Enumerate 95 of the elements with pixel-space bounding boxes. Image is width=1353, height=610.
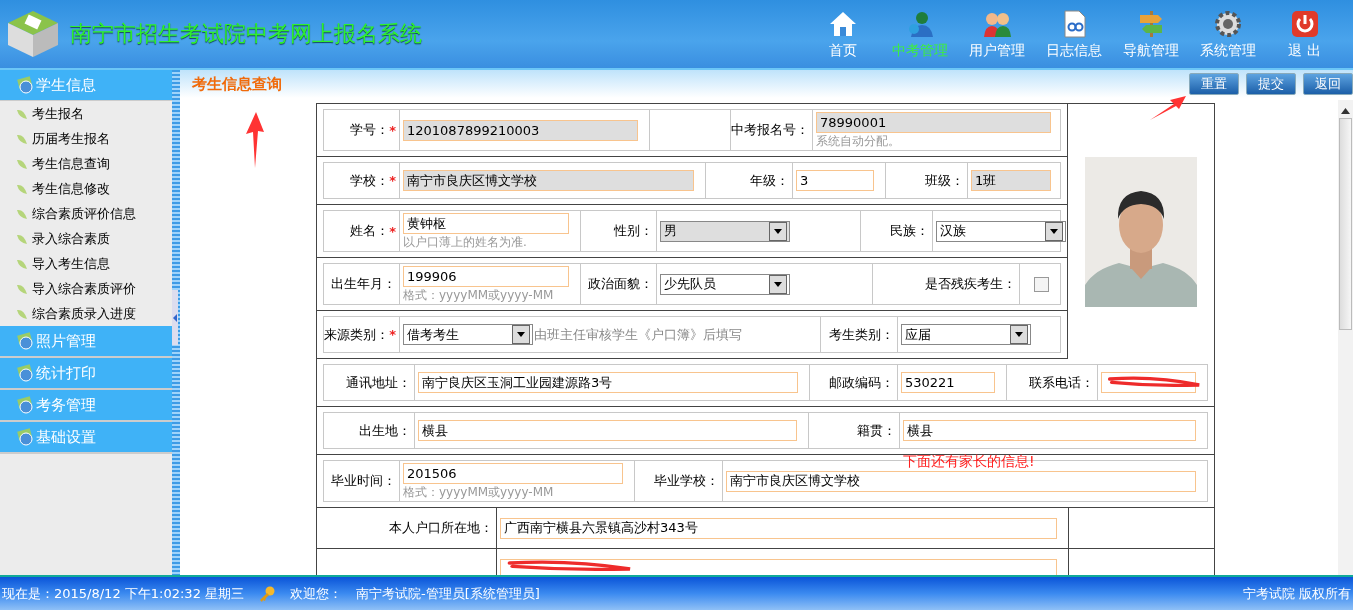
field-label: 年级： (750, 171, 789, 190)
input-field[interactable]: 南宁市良庆区博文学校 (403, 170, 694, 191)
disc-icon (16, 364, 34, 382)
input-field[interactable]: 广西南宁横县六景镇高沙村343号 (500, 517, 1057, 539)
field-label: 考生类别： (829, 325, 894, 344)
dropdown[interactable]: 借考考生 (403, 324, 533, 345)
disc-icon (16, 428, 34, 446)
input-field[interactable]: 78990001 (816, 112, 1051, 133)
toolbar-button[interactable]: 返回 (1303, 73, 1353, 95)
input-field[interactable]: 201506 (403, 463, 623, 484)
field-note: 由班主任审核学生《户口簿》后填写 (534, 325, 742, 344)
leaf-icon (16, 282, 28, 295)
field-label: 来源类别： (324, 325, 390, 344)
leaf-icon (16, 307, 28, 320)
field-label: 姓名： (350, 222, 390, 240)
field-label: 出生地： (359, 421, 411, 440)
required-mark: * (389, 122, 396, 138)
input-field[interactable]: 横县 (903, 420, 1196, 441)
input-field[interactable]: 南宁市良庆区博文学校 (726, 470, 1196, 492)
menu-item[interactable]: 考生信息修改 (0, 176, 172, 201)
page-title: 考生信息查询 (192, 74, 283, 94)
dropdown[interactable]: 少先队员 (660, 273, 790, 295)
welcome-label: 欢迎您： (290, 584, 343, 603)
leaf-icon (16, 232, 28, 245)
checkbox[interactable] (1033, 276, 1049, 292)
key-icon (258, 584, 277, 603)
caret-icon (517, 332, 525, 337)
toolbar-button[interactable]: 提交 (1246, 73, 1296, 95)
leaf-icon (16, 132, 28, 145)
leaf-icon (16, 207, 28, 220)
field-label: 籍贯： (857, 421, 896, 440)
scroll-up-icon (1341, 108, 1350, 114)
input-field[interactable]: 199906 (403, 266, 569, 287)
field-hint: 格式：yyyyMM或yyyy-MM (403, 288, 554, 302)
input-field[interactable]: 黄钟枢 (403, 213, 569, 234)
field-label: 性别： (614, 222, 653, 240)
disc-icon (16, 396, 34, 414)
app-title: 南宁市招生考试院中考网上报名系统 (70, 20, 423, 48)
field-label: 学号： (350, 121, 390, 139)
input-field[interactable]: 南宁良庆区玉洞工业园建源路3号 (418, 372, 798, 393)
gear-icon (1212, 8, 1243, 39)
field-label: 毕业学校： (654, 472, 719, 490)
logo-icon (6, 9, 60, 59)
field-label: 出生年月： (331, 275, 396, 293)
annotation-note: 下面还有家长的信息! (903, 453, 1035, 471)
field-label: 民族： (890, 222, 929, 240)
caret-icon (1015, 332, 1023, 337)
user-name: 南宁考试院-管理员[系统管理员] (356, 584, 540, 603)
caret-icon (1050, 228, 1058, 234)
required-mark: * (389, 223, 396, 239)
required-mark: * (389, 327, 396, 342)
field-label: 班级： (925, 171, 964, 190)
input-field[interactable]: 530221 (901, 372, 995, 393)
dropdown[interactable]: 应届 (901, 324, 1031, 345)
field-label: 联系电话： (1029, 373, 1094, 392)
menu-item[interactable]: 考生信息查询 (0, 151, 172, 176)
toolbar-button[interactable]: 重置 (1189, 73, 1239, 95)
input-field[interactable]: 横县 (418, 420, 797, 441)
field-label: 邮政编码： (829, 373, 894, 392)
field-label: 通讯地址： (346, 373, 411, 392)
menu-item[interactable]: 导入考生信息 (0, 251, 172, 276)
input-field[interactable]: 1班 (971, 170, 1051, 191)
field-label: 学校： (350, 171, 390, 190)
leaf-icon (16, 182, 28, 195)
required-mark: * (389, 173, 396, 188)
dropdown[interactable]: 汉族 (936, 220, 1066, 242)
menu-item[interactable]: 历届考生报名 (0, 126, 172, 151)
field-hint: 以户口薄上的姓名为准. (403, 235, 527, 249)
input-field[interactable]: 3 (796, 170, 874, 191)
field-hint: 格式：yyyyMM或yyyy-MM (403, 485, 554, 499)
field-label: 毕业时间： (331, 472, 396, 490)
dropdown[interactable]: 男 (660, 220, 790, 242)
field-label: 政治面貌： (588, 275, 653, 293)
menu-item[interactable]: 综合素质录入进度 (0, 301, 172, 326)
field-label: 中考报名号： (731, 121, 809, 139)
leaf-icon (16, 157, 28, 170)
disc-icon (16, 332, 34, 350)
menu-item[interactable]: 考生报名 (0, 101, 172, 126)
menu-item[interactable]: 录入综合素质 (0, 226, 172, 251)
leaf-icon (16, 107, 28, 120)
caret-icon (774, 281, 782, 287)
copyright-text: 宁考试院 版权所有 (1242, 584, 1351, 603)
menu-item[interactable]: 导入综合素质评价 (0, 276, 172, 301)
input-field[interactable]: 1201087899210003 (403, 119, 638, 141)
field-label: 是否残疾考生： (925, 275, 1016, 293)
menu-item[interactable]: 综合素质评价信息 (0, 201, 172, 226)
power-icon (1289, 8, 1320, 39)
clock-text: 现在是：2015/8/12 下午1:02:32 星期三 (2, 584, 245, 603)
field-hint: 系统自动分配。 (816, 134, 900, 148)
input-field[interactable] (500, 558, 1057, 575)
disc-icon (16, 76, 34, 94)
caret-icon (774, 228, 782, 234)
field-label: 本人户口所在地： (389, 519, 493, 537)
scrollbar-thumb[interactable] (1339, 118, 1352, 330)
leaf-icon (16, 257, 28, 270)
